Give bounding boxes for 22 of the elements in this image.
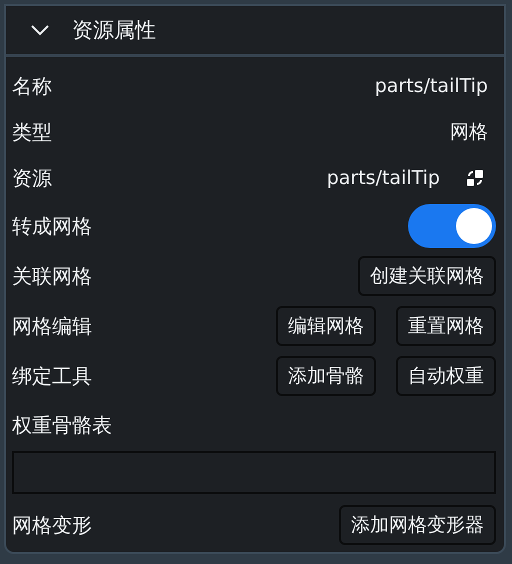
property-label: 网格变形 — [12, 512, 92, 538]
property-value: 网格 — [450, 120, 488, 145]
action-button[interactable]: 自动权重 — [396, 356, 496, 396]
swap-icon[interactable] — [466, 169, 484, 187]
property-label: 关联网格 — [12, 262, 92, 290]
action-button[interactable]: 重置网格 — [396, 306, 496, 346]
action-button[interactable]: 编辑网格 — [276, 306, 376, 346]
chevron-icon — [30, 24, 50, 36]
toggle-switch[interactable] — [408, 204, 496, 248]
property-value: parts/tailTip — [326, 167, 440, 189]
action-button[interactable]: 创建关联网格 — [358, 256, 496, 296]
property-label: 名称 — [12, 72, 52, 100]
property-label: 资源 — [12, 164, 52, 192]
property-value: parts/tailTip — [374, 75, 488, 97]
property-label: 网格编辑 — [12, 312, 92, 340]
property-label: 权重骨骼表 — [12, 412, 112, 438]
section-title: 资源属性 — [72, 17, 156, 44]
action-button[interactable]: 添加网格变形器 — [339, 505, 496, 545]
property-label: 类型 — [12, 118, 52, 146]
property-label: 转成网格 — [12, 212, 92, 240]
property-label: 绑定工具 — [12, 362, 92, 390]
action-button[interactable]: 添加骨骼 — [276, 356, 376, 396]
